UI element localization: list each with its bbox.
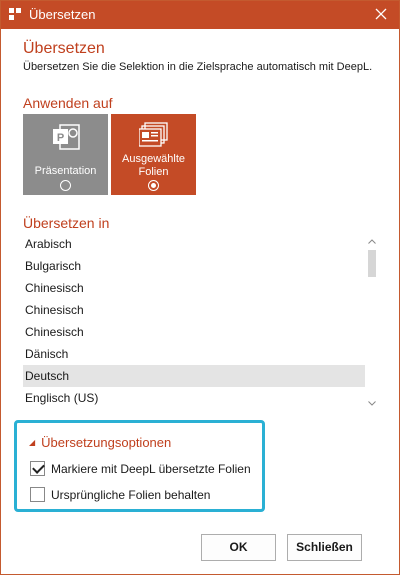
collapse-triangle-icon: ◢ [29, 438, 36, 447]
selected-slides-radio[interactable] [148, 180, 159, 191]
apply-option-selected-slides[interactable]: Ausgewählte Folien [111, 114, 196, 195]
list-item[interactable]: Bulgarisch [23, 255, 365, 277]
keep-original-slides-label: Ursprüngliche Folien behalten [51, 488, 211, 502]
scroll-down-icon[interactable] [366, 397, 378, 409]
scrollbar-thumb[interactable] [368, 250, 376, 277]
ok-button[interactable]: OK [201, 534, 276, 561]
mark-translated-slides-checkbox[interactable] [30, 461, 45, 476]
list-item-selected[interactable]: Deutsch [23, 365, 365, 387]
list-item[interactable]: Arabisch [23, 233, 365, 255]
translation-options-panel: ◢ Übersetzungsoptionen Markiere mit DeepL… [14, 420, 265, 512]
apply-option-presentation[interactable]: P Präsentation [23, 114, 108, 195]
list-item[interactable]: Dänisch [23, 343, 365, 365]
translation-options-toggle[interactable]: ◢ Übersetzungsoptionen [29, 435, 171, 450]
close-icon[interactable] [371, 4, 391, 24]
close-button[interactable]: Schließen [287, 534, 362, 561]
translation-options-heading: Übersetzungsoptionen [41, 435, 172, 450]
deepl-logo-icon [9, 8, 21, 20]
list-item[interactable]: Englisch (US) [23, 387, 365, 409]
translate-section-heading: Übersetzen in [23, 215, 110, 231]
apply-section-heading: Anwenden auf [23, 95, 113, 111]
svg-text:P: P [57, 132, 64, 144]
mark-translated-slides-label: Markiere mit DeepL übersetzte Folien [51, 462, 251, 476]
dialog-heading: Übersetzen [23, 40, 105, 57]
selected-slides-label-line2: Folien [138, 166, 169, 178]
title-bar: Übersetzen [1, 1, 399, 29]
window-title: Übersetzen [29, 7, 96, 22]
language-list[interactable]: Arabisch Bulgarisch Chinesisch Chinesisc… [23, 233, 365, 409]
language-list-scrollbar[interactable] [366, 233, 378, 409]
list-item[interactable]: Chinesisch [23, 299, 365, 321]
presentation-radio[interactable] [60, 180, 71, 191]
list-item[interactable]: Chinesisch [23, 321, 365, 343]
presentation-label: Präsentation [34, 165, 97, 177]
slides-icon [139, 122, 168, 147]
keep-original-slides-checkbox[interactable] [30, 487, 45, 502]
powerpoint-icon: P [53, 124, 80, 150]
scroll-up-icon[interactable] [366, 235, 378, 247]
translate-dialog: Übersetzen Übersetzen Übersetzen Sie die… [0, 0, 400, 575]
dialog-description: Übersetzen Sie die Selektion in die Ziel… [23, 61, 373, 73]
list-item[interactable]: Chinesisch [23, 277, 365, 299]
selected-slides-label-line1: Ausgewählte [122, 153, 185, 165]
